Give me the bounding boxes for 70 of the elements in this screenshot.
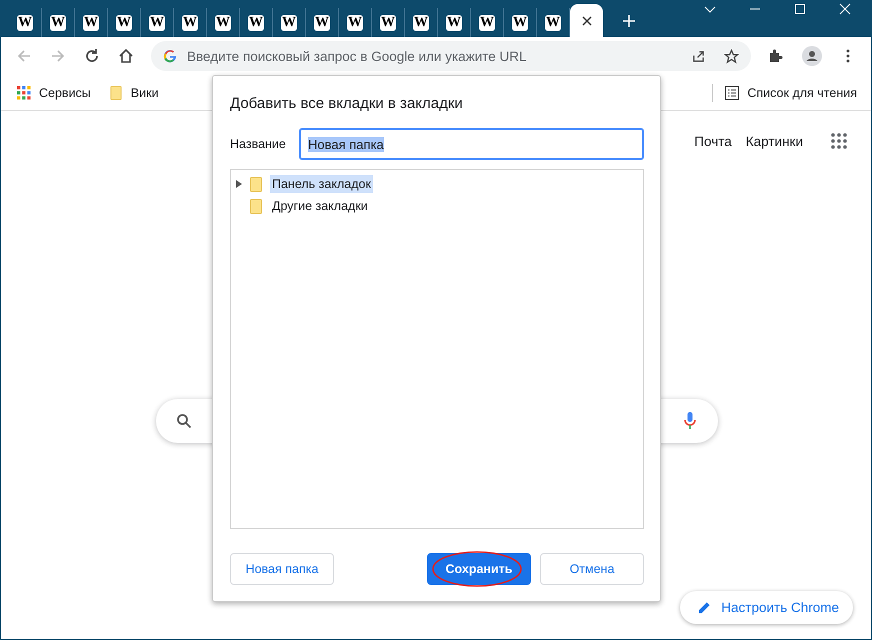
favicon-icon: W [512,14,528,30]
browser-tab[interactable]: W [9,8,42,37]
browser-tab[interactable]: W [339,8,372,37]
favicon-icon: W [17,14,33,30]
favicon-icon: W [182,14,198,30]
dialog-button[interactable]: Отмена [540,553,644,585]
favicon-icon: W [281,14,297,30]
reading-list-button[interactable]: Список для чтения [725,86,857,100]
browser-tab[interactable]: W [372,8,405,37]
browser-tab[interactable]: W [306,8,339,37]
favicon-icon: W [446,14,462,30]
header-link[interactable]: Почта [694,134,732,148]
bookmark-item[interactable]: Вики [108,86,159,100]
address-bar[interactable]: Введите поисковый запрос в Google или укажите URL [151,41,751,71]
favicon-icon: W [479,14,495,30]
dialog-button[interactable]: Новая папка [230,553,334,585]
bookmark-item[interactable]: Сервисы [17,86,91,100]
favicon-icon: W [545,14,561,30]
browser-tab[interactable]: W [273,8,306,37]
browser-tab[interactable]: W [240,8,273,37]
browser-tab[interactable]: W [504,8,537,37]
folder-item[interactable]: Панель закладок [270,175,373,193]
close-icon[interactable] [582,16,592,26]
search-icon [176,413,192,429]
share-icon[interactable] [691,48,706,64]
browser-tab[interactable] [570,4,603,37]
browser-tab[interactable]: W [207,8,240,37]
name-field[interactable]: Новая папка [299,128,644,160]
google-icon [163,49,177,63]
apps-grid-icon[interactable] [831,133,847,149]
browser-tab[interactable]: W [438,8,471,37]
pencil-icon [698,601,712,614]
expand-arrow-icon[interactable] [236,180,242,188]
favicon-icon: W [314,14,330,30]
customize-button[interactable]: Настроить Chrome [680,591,853,624]
puzzle-icon[interactable] [768,48,784,64]
favicon-icon: W [248,14,264,30]
home-icon[interactable] [118,48,134,64]
new-tab-icon[interactable] [623,15,635,27]
apps-grid-icon [17,86,31,100]
avatar-icon[interactable] [802,46,822,66]
favicon-icon: W [215,14,231,30]
browser-tab[interactable]: W [174,8,207,37]
folder-item[interactable]: Другие закладки [270,197,370,215]
browser-tab[interactable]: W [141,8,174,37]
browser-tab[interactable]: W [471,8,504,37]
browser-tab[interactable]: W [42,8,75,37]
favicon-icon: W [380,14,396,30]
favicon-icon: W [413,14,429,30]
dialog-title: Добавить все вкладки в закладки [230,95,464,112]
list-icon [725,86,740,100]
microphone-icon[interactable] [684,412,696,430]
favicon-icon: W [116,14,132,30]
reload-icon[interactable] [84,48,100,64]
browser-tab[interactable]: W [108,8,141,37]
folder-icon [250,198,262,214]
folder-icon [250,176,262,192]
favicon-icon: W [83,14,99,30]
star-icon[interactable] [724,48,739,64]
favicon-icon: W [50,14,66,30]
field-label: Название [230,137,283,151]
dialog-button[interactable]: Сохранить [427,553,531,585]
maximize-icon[interactable] [794,2,806,14]
header-link[interactable]: Картинки [746,134,803,148]
browser-tab[interactable]: W [75,8,108,37]
favicon-icon: W [149,14,165,30]
folder-icon [108,86,123,100]
browser-tab[interactable]: W [405,8,438,37]
favicon-icon: W [347,14,363,30]
address-field[interactable]: Введите поисковый запрос в Google или укажите URL [187,48,673,64]
